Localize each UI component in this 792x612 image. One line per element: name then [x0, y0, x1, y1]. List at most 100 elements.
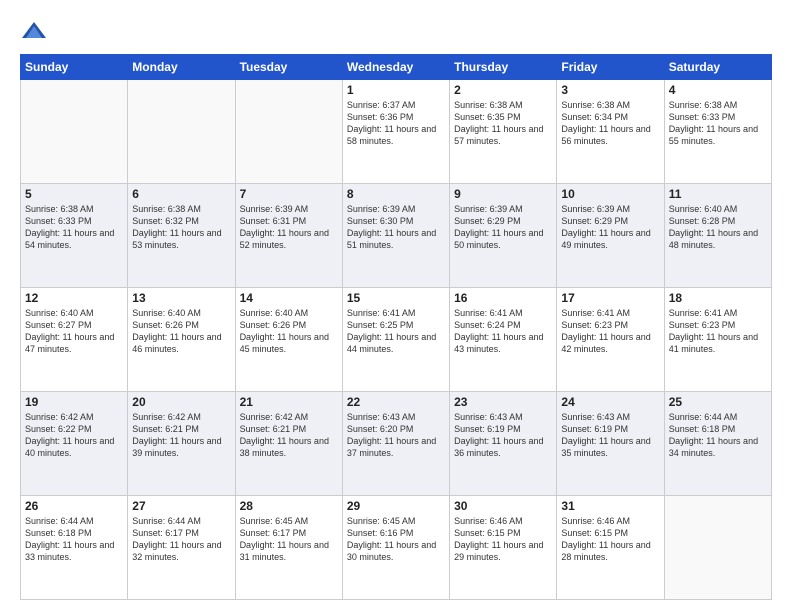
day-info: Sunrise: 6:37 AMSunset: 6:36 PMDaylight:…	[347, 99, 445, 148]
day-info: Sunrise: 6:40 AMSunset: 6:26 PMDaylight:…	[240, 307, 338, 356]
day-header-thursday: Thursday	[450, 55, 557, 80]
day-number: 26	[25, 499, 123, 513]
day-info: Sunrise: 6:41 AMSunset: 6:23 PMDaylight:…	[561, 307, 659, 356]
calendar-cell: 3 Sunrise: 6:38 AMSunset: 6:34 PMDaylight…	[557, 80, 664, 184]
day-number: 11	[669, 187, 767, 201]
calendar-cell: 16 Sunrise: 6:41 AMSunset: 6:24 PMDayligh…	[450, 288, 557, 392]
day-info: Sunrise: 6:39 AMSunset: 6:29 PMDaylight:…	[561, 203, 659, 252]
day-info: Sunrise: 6:40 AMSunset: 6:26 PMDaylight:…	[132, 307, 230, 356]
calendar-cell: 27Sunrise: 6:44 AMSunset: 6:17 PMDayligh…	[128, 496, 235, 600]
day-number: 2	[454, 83, 552, 97]
calendar-week-2: 5 Sunrise: 6:38 AMSunset: 6:33 PMDaylight…	[21, 184, 772, 288]
calendar-cell: 4 Sunrise: 6:38 AMSunset: 6:33 PMDaylight…	[664, 80, 771, 184]
calendar-cell: 8 Sunrise: 6:39 AMSunset: 6:30 PMDaylight…	[342, 184, 449, 288]
day-number: 3	[561, 83, 659, 97]
day-info: Sunrise: 6:38 AMSunset: 6:32 PMDaylight:…	[132, 203, 230, 252]
day-number: 13	[132, 291, 230, 305]
day-number: 5	[25, 187, 123, 201]
calendar-cell: 9 Sunrise: 6:39 AMSunset: 6:29 PMDaylight…	[450, 184, 557, 288]
logo-icon	[20, 18, 48, 46]
calendar: SundayMondayTuesdayWednesdayThursdayFrid…	[20, 54, 772, 600]
day-info: Sunrise: 6:45 AMSunset: 6:17 PMDaylight:…	[240, 515, 338, 564]
calendar-cell	[21, 80, 128, 184]
day-number: 16	[454, 291, 552, 305]
day-number: 21	[240, 395, 338, 409]
day-header-monday: Monday	[128, 55, 235, 80]
calendar-cell: 10Sunrise: 6:39 AMSunset: 6:29 PMDayligh…	[557, 184, 664, 288]
day-info: Sunrise: 6:43 AMSunset: 6:19 PMDaylight:…	[454, 411, 552, 460]
day-number: 22	[347, 395, 445, 409]
calendar-cell: 28 Sunrise: 6:45 AMSunset: 6:17 PMDayligh…	[235, 496, 342, 600]
day-info: Sunrise: 6:41 AMSunset: 6:24 PMDaylight:…	[454, 307, 552, 356]
day-number: 1	[347, 83, 445, 97]
day-info: Sunrise: 6:41 AMSunset: 6:25 PMDaylight:…	[347, 307, 445, 356]
calendar-cell: 15 Sunrise: 6:41 AMSunset: 6:25 PMDayligh…	[342, 288, 449, 392]
calendar-cell: 21 Sunrise: 6:42 AMSunset: 6:21 PMDayligh…	[235, 392, 342, 496]
day-info: Sunrise: 6:45 AMSunset: 6:16 PMDaylight:…	[347, 515, 445, 564]
day-number: 8	[347, 187, 445, 201]
page: SundayMondayTuesdayWednesdayThursdayFrid…	[0, 0, 792, 612]
day-header-sunday: Sunday	[21, 55, 128, 80]
calendar-cell: 11 Sunrise: 6:40 AMSunset: 6:28 PMDayligh…	[664, 184, 771, 288]
calendar-cell: 19 Sunrise: 6:42 AMSunset: 6:22 PMDayligh…	[21, 392, 128, 496]
calendar-cell: 5 Sunrise: 6:38 AMSunset: 6:33 PMDaylight…	[21, 184, 128, 288]
day-number: 24	[561, 395, 659, 409]
day-info: Sunrise: 6:38 AMSunset: 6:33 PMDaylight:…	[669, 99, 767, 148]
day-info: Sunrise: 6:44 AMSunset: 6:18 PMDaylight:…	[25, 515, 123, 564]
calendar-cell: 23 Sunrise: 6:43 AMSunset: 6:19 PMDayligh…	[450, 392, 557, 496]
calendar-cell: 14 Sunrise: 6:40 AMSunset: 6:26 PMDayligh…	[235, 288, 342, 392]
day-info: Sunrise: 6:43 AMSunset: 6:20 PMDaylight:…	[347, 411, 445, 460]
day-number: 15	[347, 291, 445, 305]
calendar-cell: 20 Sunrise: 6:42 AMSunset: 6:21 PMDayligh…	[128, 392, 235, 496]
calendar-cell: 7Sunrise: 6:39 AMSunset: 6:31 PMDaylight…	[235, 184, 342, 288]
day-info: Sunrise: 6:44 AMSunset: 6:18 PMDaylight:…	[669, 411, 767, 460]
day-info: Sunrise: 6:46 AMSunset: 6:15 PMDaylight:…	[454, 515, 552, 564]
calendar-cell: 25 Sunrise: 6:44 AMSunset: 6:18 PMDayligh…	[664, 392, 771, 496]
calendar-cell: 30 Sunrise: 6:46 AMSunset: 6:15 PMDayligh…	[450, 496, 557, 600]
calendar-cell: 1 Sunrise: 6:37 AMSunset: 6:36 PMDaylight…	[342, 80, 449, 184]
day-info: Sunrise: 6:38 AMSunset: 6:34 PMDaylight:…	[561, 99, 659, 148]
calendar-cell: 26 Sunrise: 6:44 AMSunset: 6:18 PMDayligh…	[21, 496, 128, 600]
day-number: 18	[669, 291, 767, 305]
day-number: 20	[132, 395, 230, 409]
day-info: Sunrise: 6:39 AMSunset: 6:29 PMDaylight:…	[454, 203, 552, 252]
day-number: 9	[454, 187, 552, 201]
day-number: 30	[454, 499, 552, 513]
day-info: Sunrise: 6:42 AMSunset: 6:21 PMDaylight:…	[132, 411, 230, 460]
day-info: Sunrise: 6:39 AMSunset: 6:30 PMDaylight:…	[347, 203, 445, 252]
day-info: Sunrise: 6:39 AMSunset: 6:31 PMDaylight:…	[240, 203, 338, 252]
calendar-cell: 24 Sunrise: 6:43 AMSunset: 6:19 PMDayligh…	[557, 392, 664, 496]
calendar-cell: 22 Sunrise: 6:43 AMSunset: 6:20 PMDayligh…	[342, 392, 449, 496]
day-info: Sunrise: 6:42 AMSunset: 6:22 PMDaylight:…	[25, 411, 123, 460]
calendar-week-4: 19 Sunrise: 6:42 AMSunset: 6:22 PMDayligh…	[21, 392, 772, 496]
calendar-cell: 6 Sunrise: 6:38 AMSunset: 6:32 PMDaylight…	[128, 184, 235, 288]
calendar-cell: 2 Sunrise: 6:38 AMSunset: 6:35 PMDaylight…	[450, 80, 557, 184]
day-number: 25	[669, 395, 767, 409]
day-info: Sunrise: 6:40 AMSunset: 6:28 PMDaylight:…	[669, 203, 767, 252]
day-number: 23	[454, 395, 552, 409]
day-number: 19	[25, 395, 123, 409]
day-header-saturday: Saturday	[664, 55, 771, 80]
day-number: 4	[669, 83, 767, 97]
calendar-week-3: 12 Sunrise: 6:40 AMSunset: 6:27 PMDayligh…	[21, 288, 772, 392]
day-info: Sunrise: 6:38 AMSunset: 6:35 PMDaylight:…	[454, 99, 552, 148]
calendar-cell	[664, 496, 771, 600]
day-info: Sunrise: 6:42 AMSunset: 6:21 PMDaylight:…	[240, 411, 338, 460]
calendar-cell: 12 Sunrise: 6:40 AMSunset: 6:27 PMDayligh…	[21, 288, 128, 392]
calendar-cell: 29 Sunrise: 6:45 AMSunset: 6:16 PMDayligh…	[342, 496, 449, 600]
day-number: 14	[240, 291, 338, 305]
day-number: 12	[25, 291, 123, 305]
day-info: Sunrise: 6:38 AMSunset: 6:33 PMDaylight:…	[25, 203, 123, 252]
day-number: 27	[132, 499, 230, 513]
day-info: Sunrise: 6:46 AMSunset: 6:15 PMDaylight:…	[561, 515, 659, 564]
day-info: Sunrise: 6:43 AMSunset: 6:19 PMDaylight:…	[561, 411, 659, 460]
day-header-friday: Friday	[557, 55, 664, 80]
day-number: 28	[240, 499, 338, 513]
day-number: 6	[132, 187, 230, 201]
calendar-cell: 13 Sunrise: 6:40 AMSunset: 6:26 PMDayligh…	[128, 288, 235, 392]
calendar-cell: 18 Sunrise: 6:41 AMSunset: 6:23 PMDayligh…	[664, 288, 771, 392]
day-info: Sunrise: 6:41 AMSunset: 6:23 PMDaylight:…	[669, 307, 767, 356]
day-info: Sunrise: 6:40 AMSunset: 6:27 PMDaylight:…	[25, 307, 123, 356]
day-header-tuesday: Tuesday	[235, 55, 342, 80]
day-number: 29	[347, 499, 445, 513]
